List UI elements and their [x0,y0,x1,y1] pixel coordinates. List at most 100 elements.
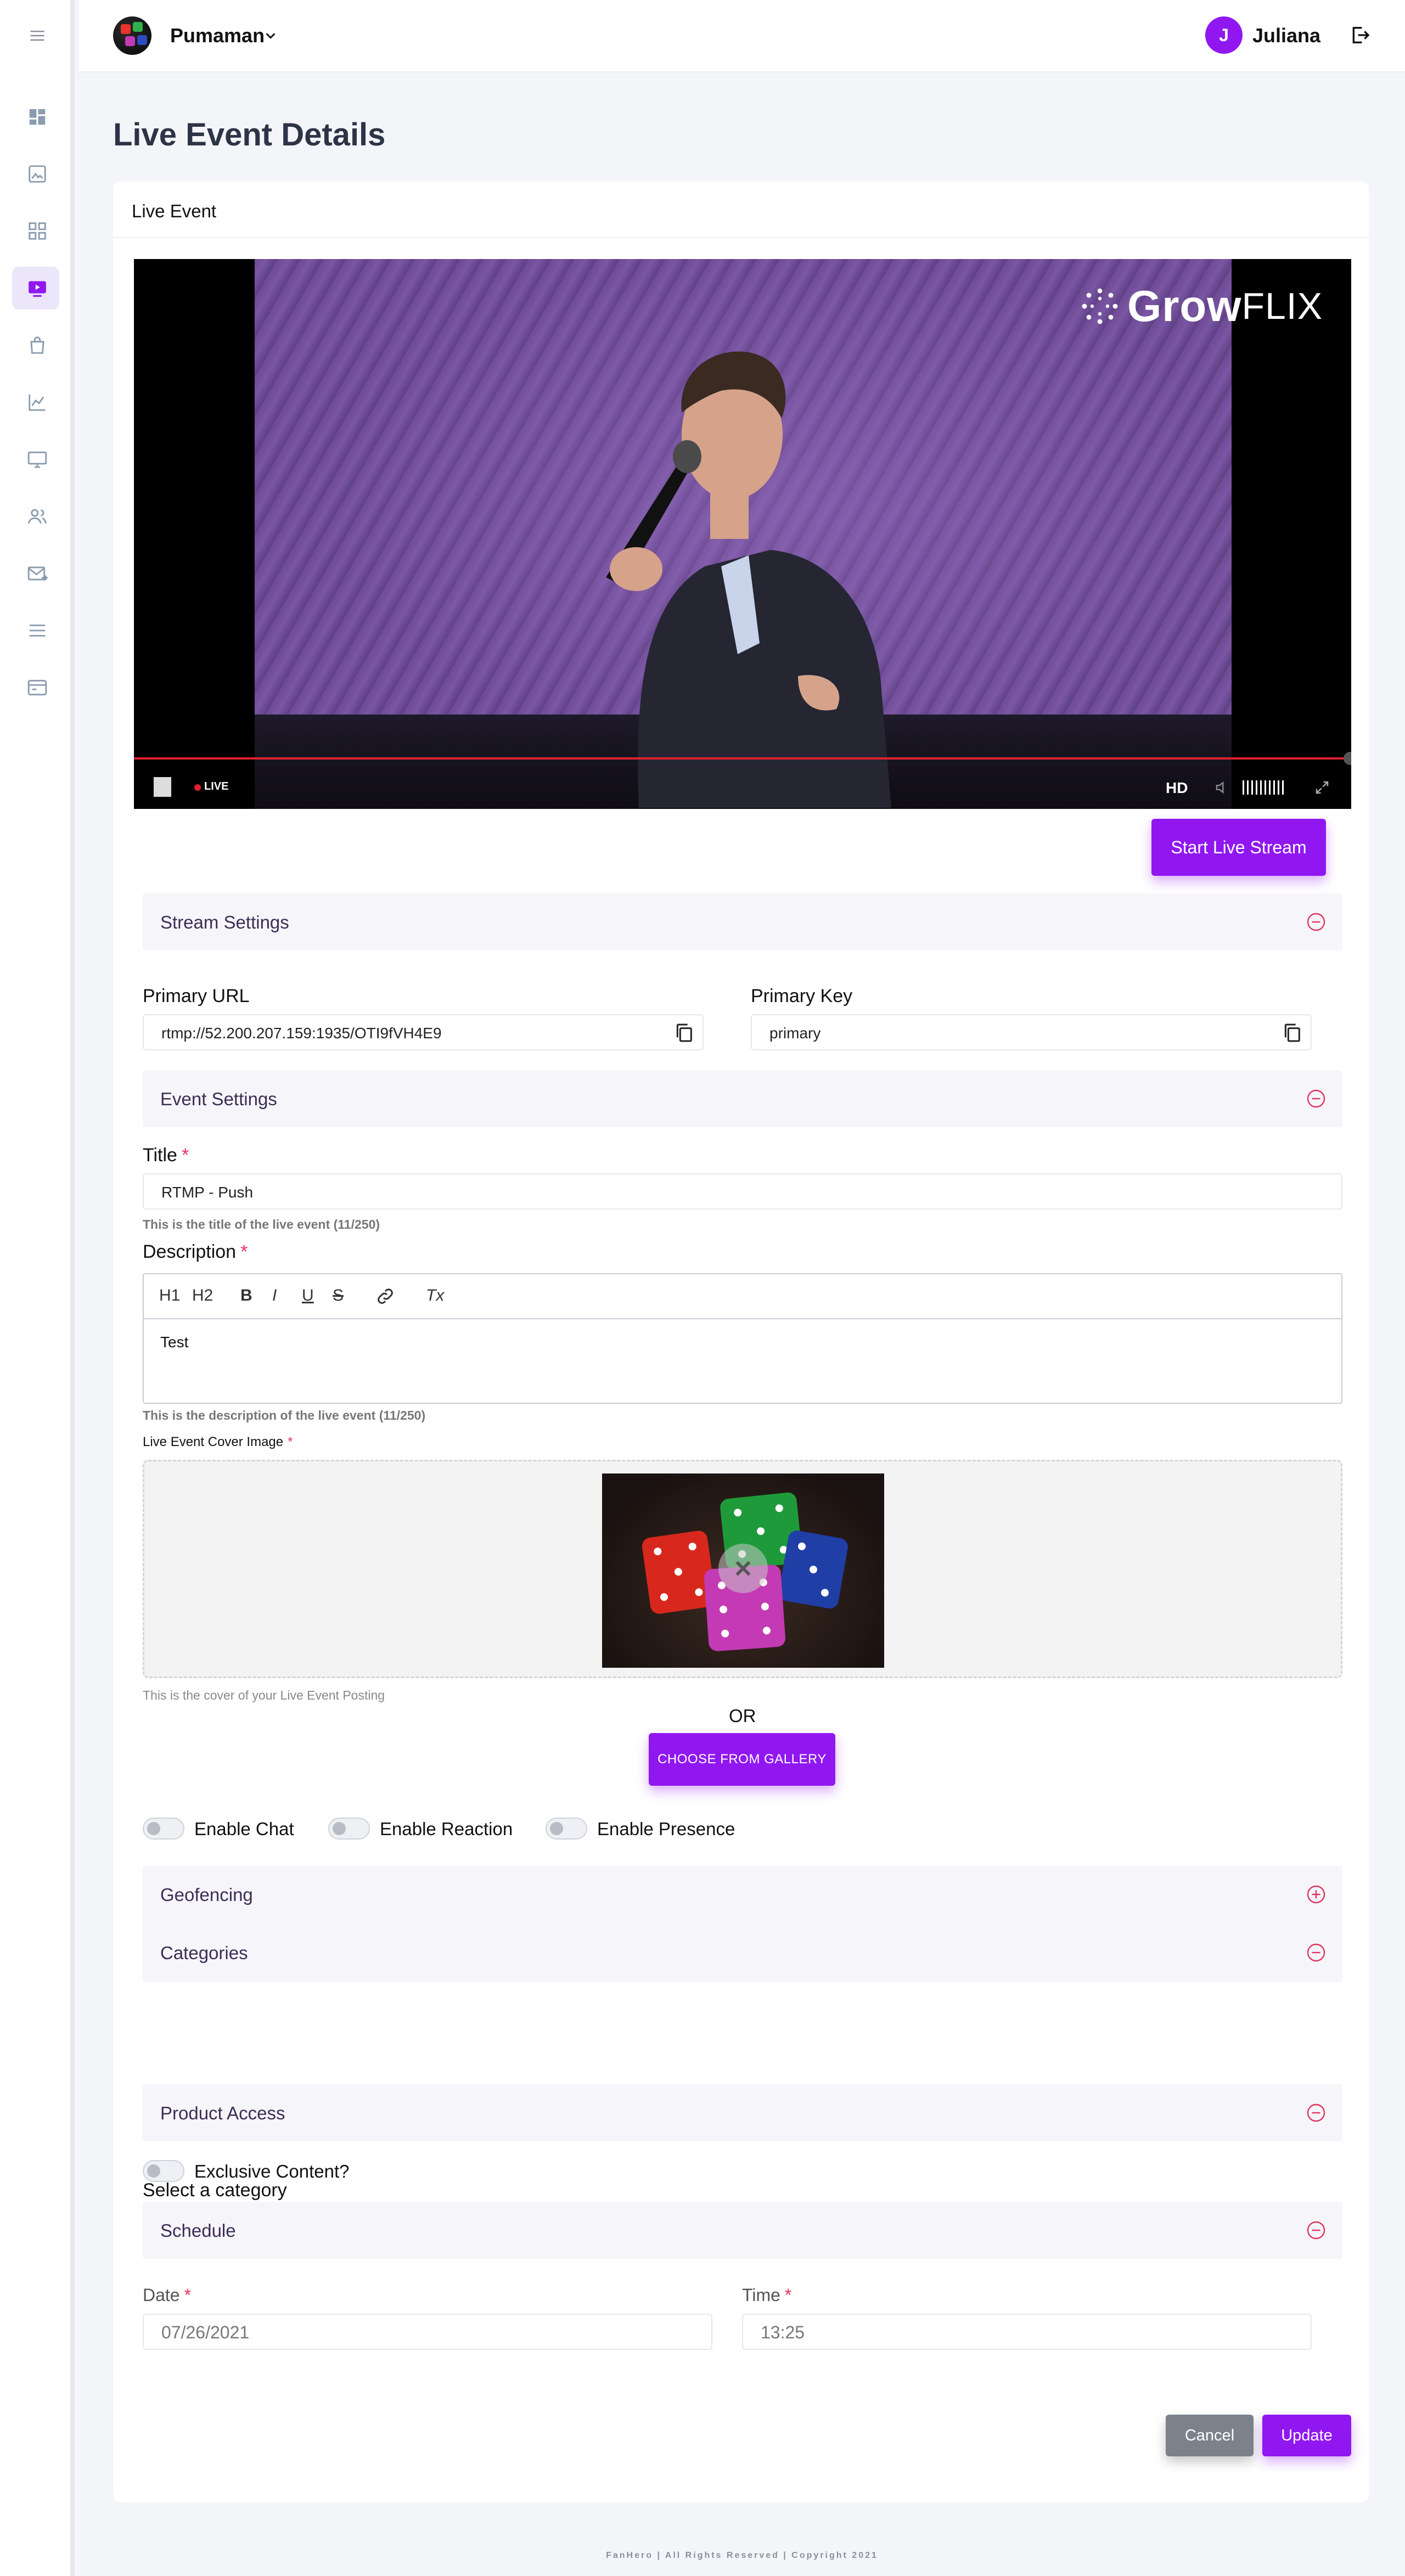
section-title: Product Access [160,2103,285,2123]
title-value: RTMP - Push [161,1184,254,1201]
live-event-card: Live Event Grow FLIX LIVE HD Start Live … [113,181,1369,2502]
update-button[interactable]: Update [1262,2415,1351,2456]
dashboard-icon[interactable] [0,92,75,142]
schedule-section[interactable]: Schedule [143,2202,1342,2259]
description-editor[interactable]: H1 H2 B I U S Tx Test [143,1273,1342,1404]
start-live-stream-button[interactable]: Start Live Stream [1151,819,1326,876]
mail-icon[interactable] [0,549,75,598]
chart-line-icon[interactable] [0,378,75,427]
collapse-icon[interactable] [1306,2220,1326,2240]
date-value: 07/26/2021 [161,2322,250,2342]
expand-icon[interactable] [1306,1885,1326,1904]
description-help-text: This is the description of the live even… [143,1408,426,1422]
link-icon[interactable] [375,1286,395,1306]
required-mark: * [784,2285,792,2305]
geofencing-section[interactable]: Geofencing [143,1866,1342,1923]
title-label-text: Title [143,1145,177,1166]
italic-button[interactable]: I [272,1286,277,1305]
brand-name[interactable]: Pumaman [170,24,265,47]
choose-from-gallery-button[interactable]: CHOOSE FROM GALLERY [649,1733,835,1786]
description-label-text: Description [143,1241,237,1262]
image-icon[interactable] [0,149,75,199]
growflix-logo-icon [1082,288,1118,324]
primary-key-field[interactable]: primary [751,1014,1312,1050]
collapse-icon[interactable] [1306,1089,1326,1109]
footer-text: FanHero | All Rights Reserved | Copyrigh… [606,2551,878,2560]
required-mark: * [288,1435,293,1449]
menu-icon[interactable] [0,11,75,60]
logout-icon[interactable] [1349,24,1371,46]
cover-label-text: Live Event Cover Image [143,1435,284,1449]
bold-button[interactable]: B [240,1286,252,1305]
primary-url-field[interactable]: rtmp://52.200.207.159:1935/OTI9fVH4E9 [143,1014,704,1050]
primary-url-label: Primary URL [143,986,250,1006]
editor-toolbar: H1 H2 B I U S Tx [144,1274,1341,1319]
description-label: Description * [143,1241,248,1263]
copy-icon[interactable] [673,1022,695,1044]
users-icon[interactable] [0,492,75,541]
volume-level-bars[interactable] [1243,780,1286,795]
title-input[interactable]: RTMP - Push [143,1173,1342,1210]
exclusive-content-label: Exclusive Content? [194,2161,350,2181]
heading2-button[interactable]: H2 [192,1286,213,1305]
growflix-watermark: Grow FLIX [1078,281,1323,331]
chevron-down-icon[interactable] [262,27,279,44]
card-icon[interactable] [0,663,75,712]
presence-toggle-label: Enable Presence [597,1819,735,1839]
user-name[interactable]: Juliana [1252,24,1320,47]
grid-icon[interactable] [0,206,75,256]
date-label: Date * [143,2285,191,2305]
cover-image-dropzone[interactable] [143,1460,1342,1678]
primary-url-value: rtmp://52.200.207.159:1935/OTI9fVH4E9 [161,1025,442,1042]
section-title: Geofencing [160,1885,253,1905]
list-icon[interactable] [0,606,75,655]
strike-button[interactable]: S [333,1286,344,1305]
date-input[interactable]: 07/26/2021 [143,2314,712,2350]
section-title: Schedule [160,2220,236,2241]
reaction-toggle[interactable] [328,1818,370,1840]
copy-icon[interactable] [1281,1022,1303,1044]
remove-image-button[interactable] [718,1544,768,1593]
shopping-bag-icon[interactable] [0,320,75,370]
description-value[interactable]: Test [160,1334,188,1351]
heading1-button[interactable]: H1 [159,1286,180,1305]
collapse-icon[interactable] [1306,2103,1326,2123]
collapse-icon[interactable] [1306,912,1326,932]
stream-settings-section[interactable]: Stream Settings [143,893,1342,950]
exclusive-content-toggle[interactable] [143,2160,184,2182]
required-mark: * [240,1241,248,1262]
presenter-figure [606,351,891,808]
product-access-section[interactable]: Product Access [143,2084,1342,2141]
stop-icon[interactable] [154,777,171,797]
live-dot-icon [194,784,201,791]
section-title: Stream Settings [160,912,289,932]
volume-icon[interactable] [1214,779,1230,796]
monitor-icon[interactable] [0,435,75,484]
quality-button[interactable]: HD [1166,779,1188,797]
time-input[interactable]: 13:25 [742,2314,1312,2350]
primary-key-label: Primary Key [751,986,853,1006]
time-value: 13:25 [761,2322,805,2342]
reaction-toggle-label: Enable Reaction [380,1819,513,1839]
video-controls: LIVE HD [134,760,1351,809]
categories-section[interactable]: Categories [143,1924,1342,1981]
time-label: Time * [742,2285,791,2305]
event-settings-section[interactable]: Event Settings [143,1070,1342,1127]
presence-toggle[interactable] [546,1818,587,1840]
title-label: Title * [143,1145,189,1166]
or-divider: OR [729,1706,756,1726]
video-player[interactable]: Grow FLIX LIVE HD [134,259,1351,809]
card-header: Live Event [113,181,1369,238]
brand-logo[interactable] [113,16,151,55]
live-video-icon[interactable] [0,263,75,313]
top-header: Pumaman J Juliana [79,0,1405,72]
underline-button[interactable]: U [302,1286,314,1305]
avatar[interactable]: J [1205,16,1243,54]
collapse-icon[interactable] [1306,1943,1326,1962]
clear-format-button[interactable]: Tx [426,1286,444,1305]
cancel-button[interactable]: Cancel [1166,2415,1254,2456]
sidebar [0,0,75,2576]
fullscreen-icon[interactable] [1314,779,1330,796]
chat-toggle[interactable] [143,1818,184,1840]
cover-image-preview [602,1473,884,1668]
